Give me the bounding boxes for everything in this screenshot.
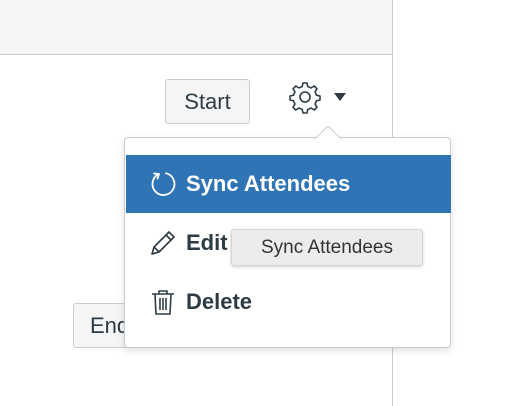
gear-icon <box>289 82 321 114</box>
tooltip: Sync Attendees <box>231 229 423 266</box>
refresh-icon <box>151 172 176 196</box>
caret-down-icon <box>334 93 346 101</box>
menu-pointer <box>315 126 341 139</box>
trash-icon <box>152 290 174 315</box>
settings-menu-trigger[interactable] <box>284 78 354 118</box>
pencil-icon <box>151 231 175 255</box>
menu-item-label: Edit <box>186 230 228 255</box>
menu-item-label: Sync Attendees <box>186 171 351 196</box>
start-button[interactable]: Start <box>165 79 250 124</box>
header-band <box>0 0 392 55</box>
menu-item-label: Delete <box>186 289 253 314</box>
menu-item-sync-attendees[interactable]: Sync Attendees <box>126 155 451 213</box>
menu-item-delete[interactable]: Delete <box>126 273 451 331</box>
